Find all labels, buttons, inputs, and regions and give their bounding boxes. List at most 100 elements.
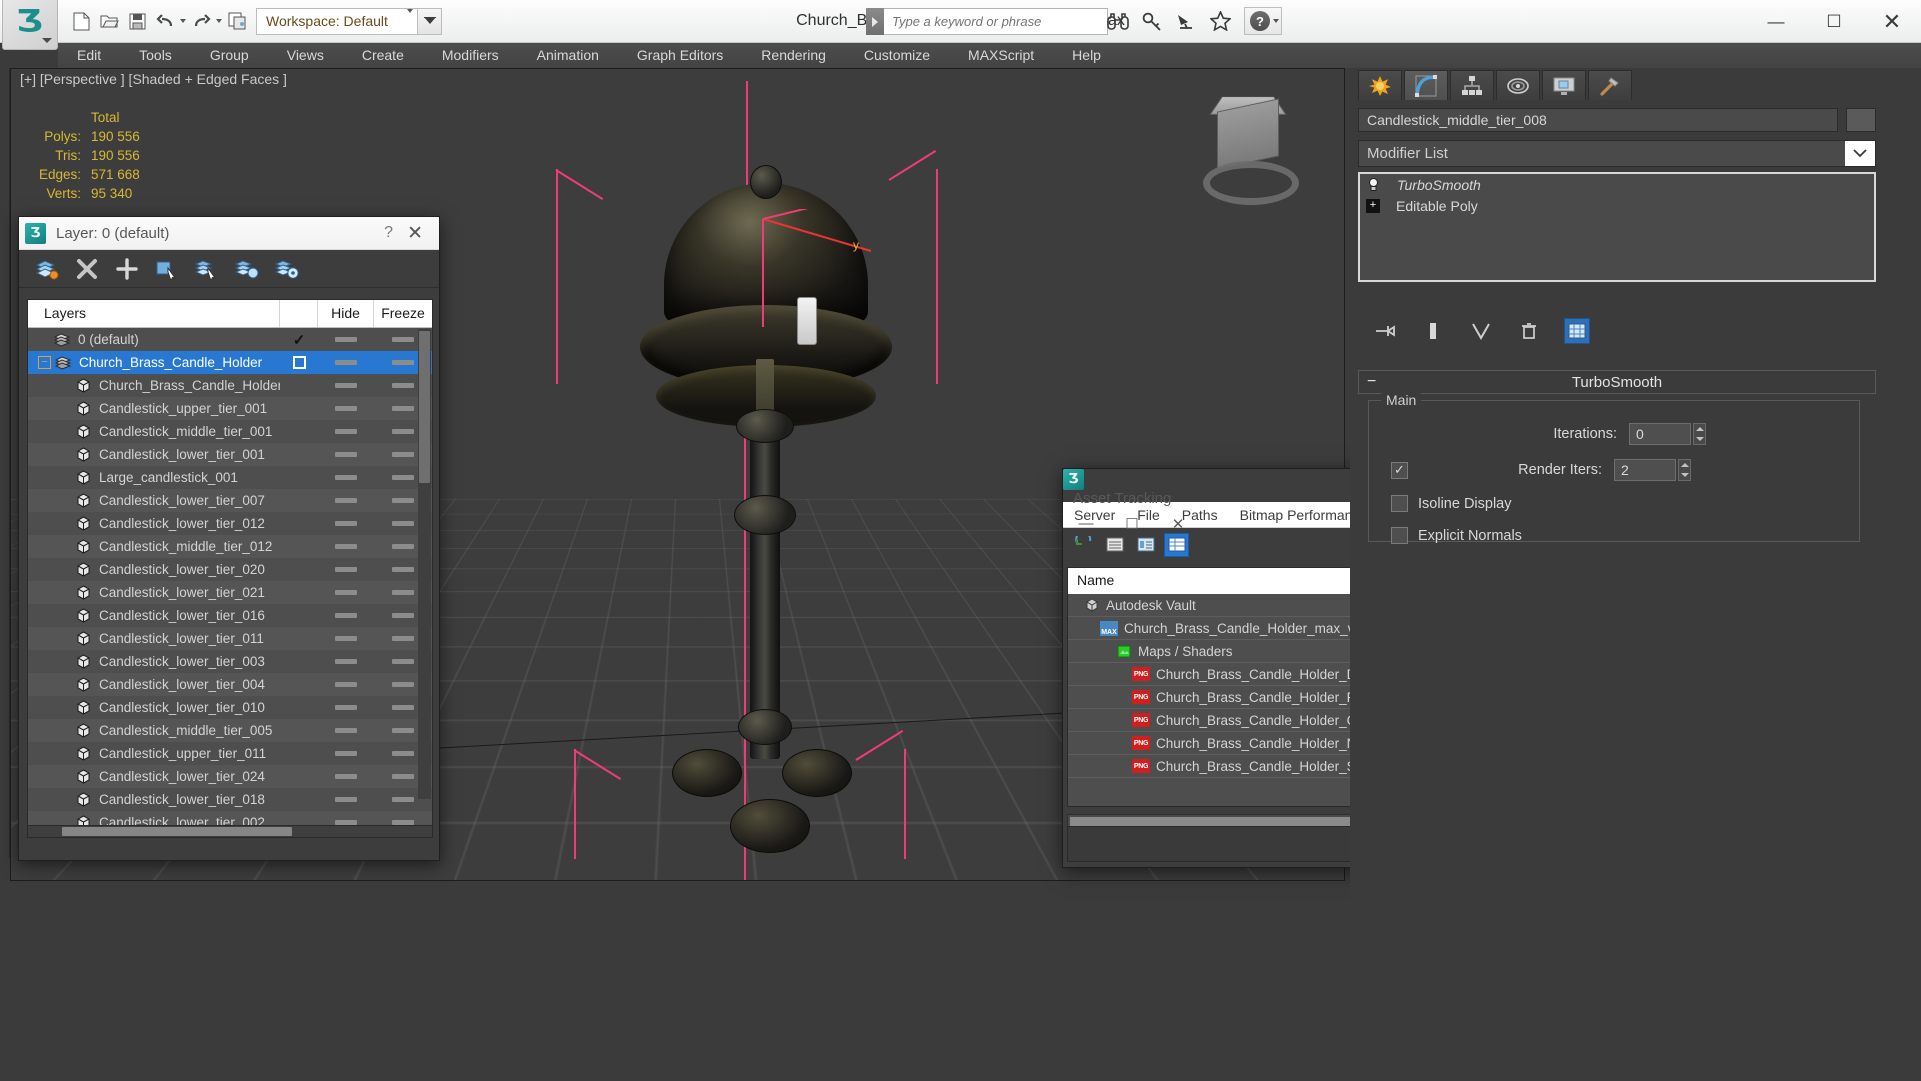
undo-dropdown-caret-icon[interactable] — [180, 19, 186, 23]
layer-expander-icon[interactable]: − — [38, 356, 51, 369]
render-iters-spinner[interactable] — [1678, 459, 1691, 481]
layer-row[interactable]: Candlestick_upper_tier_001 — [28, 397, 432, 420]
freeze-toggle-icon[interactable] — [392, 429, 414, 434]
layer-row[interactable]: Candlestick_lower_tier_018 — [28, 788, 432, 811]
hide-toggle-icon[interactable] — [335, 475, 357, 480]
layer-row[interactable]: Candlestick_lower_tier_001 — [28, 443, 432, 466]
hide-toggle-icon[interactable] — [335, 429, 357, 434]
app-menu-caret-icon[interactable] — [42, 38, 52, 43]
select-layer-by-object-icon[interactable] — [193, 255, 221, 283]
layer-name-cell[interactable]: Church_Brass_Candle_Holder_ — [28, 378, 280, 393]
freeze-toggle-icon[interactable] — [392, 475, 414, 480]
layer-name-cell[interactable]: Candlestick_lower_tier_018 — [28, 792, 280, 807]
layer-name-cell[interactable]: Candlestick_lower_tier_021 — [28, 585, 280, 600]
binoculars-icon[interactable] — [1104, 6, 1132, 36]
workspace-dropdown-button[interactable] — [418, 7, 442, 35]
rollout-collapse-icon[interactable]: − — [1367, 373, 1376, 391]
layer-name-cell[interactable]: Candlestick_lower_tier_001 — [28, 447, 280, 462]
workspace-selector[interactable]: Workspace: Default — [256, 7, 418, 35]
menu-item-edit[interactable]: Edit — [58, 43, 120, 68]
menu-item-help[interactable]: Help — [1053, 43, 1120, 68]
delete-layer-icon[interactable] — [73, 255, 101, 283]
satellite-dish-icon[interactable] — [1172, 6, 1200, 36]
workspace-caret-icon[interactable] — [397, 9, 413, 29]
freeze-toggle-icon[interactable] — [392, 406, 414, 411]
hide-toggle-icon[interactable] — [335, 659, 357, 664]
layer-row[interactable]: Candlestick_lower_tier_020 — [28, 558, 432, 581]
grid-view-icon[interactable] — [1164, 532, 1189, 557]
layer-name-cell[interactable]: Candlestick_lower_tier_007 — [28, 493, 280, 508]
layer-row[interactable]: Candlestick_lower_tier_021 — [28, 581, 432, 604]
hide-toggle-icon[interactable] — [335, 590, 357, 595]
layer-hide-cell[interactable] — [318, 406, 374, 411]
layer-row[interactable]: Large_candlestick_001 — [28, 466, 432, 489]
key-icon[interactable] — [1138, 6, 1166, 36]
isoline-display-row[interactable]: Isoline Display — [1391, 495, 1512, 512]
layer-row[interactable]: Candlestick_lower_tier_004 — [28, 673, 432, 696]
open-file-button[interactable] — [96, 8, 122, 34]
layer-hide-cell[interactable] — [318, 360, 374, 365]
layer-dialog-help-button[interactable]: ? — [370, 224, 407, 242]
view-cube-compass-ring[interactable] — [1203, 161, 1299, 205]
star-icon[interactable] — [1206, 6, 1234, 36]
layer-name-cell[interactable]: Candlestick_middle_tier_001 — [28, 424, 280, 439]
freeze-toggle-icon[interactable] — [392, 567, 414, 572]
layer-name-cell[interactable]: Candlestick_middle_tier_005 — [28, 723, 280, 738]
layer-name-cell[interactable]: − Church_Brass_Candle_Holder — [28, 355, 280, 370]
maximize-button[interactable]: ☐ — [1805, 0, 1863, 43]
hide-toggle-icon[interactable] — [335, 567, 357, 572]
redo-dropdown-caret-icon[interactable] — [216, 19, 222, 23]
layer-hide-cell[interactable] — [318, 659, 374, 664]
hide-toggle-icon[interactable] — [335, 498, 357, 503]
modifier-stack-item-editable-poly[interactable]: + Editable Poly — [1360, 195, 1874, 216]
new-file-button[interactable] — [68, 8, 94, 34]
menu-item-maxscript[interactable]: MAXScript — [949, 43, 1053, 68]
rollout-header[interactable]: − TurboSmooth — [1358, 370, 1876, 394]
layer-row[interactable]: Candlestick_lower_tier_024 — [28, 765, 432, 788]
set-project-folder-button[interactable] — [224, 8, 250, 34]
layer-current-cell[interactable] — [280, 356, 318, 369]
layer-list[interactable]: Layers Hide Freeze 0 (default) ✓ − Church_B… — [27, 299, 433, 829]
hide-toggle-icon[interactable] — [335, 636, 357, 641]
asset-menu-server[interactable]: Server — [1063, 507, 1126, 523]
freeze-toggle-icon[interactable] — [392, 383, 414, 388]
display-tab[interactable] — [1542, 70, 1586, 100]
create-tab[interactable] — [1358, 70, 1402, 100]
hide-toggle-icon[interactable] — [335, 383, 357, 388]
layer-name-cell[interactable]: Candlestick_upper_tier_001 — [28, 401, 280, 416]
isoline-display-checkbox[interactable] — [1391, 495, 1408, 512]
hide-toggle-icon[interactable] — [335, 452, 357, 457]
layer-list-horizontal-scrollbar[interactable] — [27, 825, 433, 838]
menu-item-animation[interactable]: Animation — [518, 43, 618, 68]
layer-name-cell[interactable]: Candlestick_middle_tier_012 — [28, 539, 280, 554]
close-button[interactable]: ✕ — [1863, 0, 1921, 43]
hide-toggle-icon[interactable] — [335, 521, 357, 526]
asset-menu-file[interactable]: File — [1126, 507, 1171, 523]
hide-toggle-icon[interactable] — [335, 797, 357, 802]
command-panel[interactable]: Candlestick_middle_tier_008 Modifier Lis… — [1350, 68, 1921, 1081]
freeze-toggle-icon[interactable] — [392, 613, 414, 618]
layer-hide-cell[interactable] — [318, 498, 374, 503]
freeze-toggle-icon[interactable] — [392, 360, 414, 365]
turbosmooth-rollout[interactable]: − TurboSmooth Main Iterations: 0 ✓ Rende… — [1358, 370, 1876, 550]
lightbulb-icon[interactable] — [1366, 177, 1381, 192]
menu-item-modifiers[interactable]: Modifiers — [423, 43, 518, 68]
freeze-toggle-icon[interactable] — [392, 544, 414, 549]
explicit-normals-checkbox[interactable] — [1391, 527, 1408, 544]
layer-name-cell[interactable]: Candlestick_upper_tier_011 — [28, 746, 280, 761]
menu-item-views[interactable]: Views — [268, 43, 343, 68]
select-objects-in-layer-icon[interactable] — [153, 255, 181, 283]
add-selection-to-layer-icon[interactable] — [113, 255, 141, 283]
chevron-down-icon[interactable] — [1845, 141, 1875, 166]
layer-name-cell[interactable]: Candlestick_lower_tier_024 — [28, 769, 280, 784]
motion-tab[interactable] — [1496, 70, 1540, 100]
hide-toggle-icon[interactable] — [335, 406, 357, 411]
layer-row[interactable]: Church_Brass_Candle_Holder_ — [28, 374, 432, 397]
freeze-toggle-icon[interactable] — [392, 774, 414, 779]
layer-name-cell[interactable]: 0 (default) — [28, 332, 280, 347]
expand-plus-icon[interactable]: + — [1366, 198, 1380, 213]
list-view-icon[interactable] — [1102, 533, 1127, 557]
hide-toggle-icon[interactable] — [335, 360, 357, 365]
layer-hide-cell[interactable] — [318, 636, 374, 641]
menu-item-group[interactable]: Group — [191, 43, 268, 68]
